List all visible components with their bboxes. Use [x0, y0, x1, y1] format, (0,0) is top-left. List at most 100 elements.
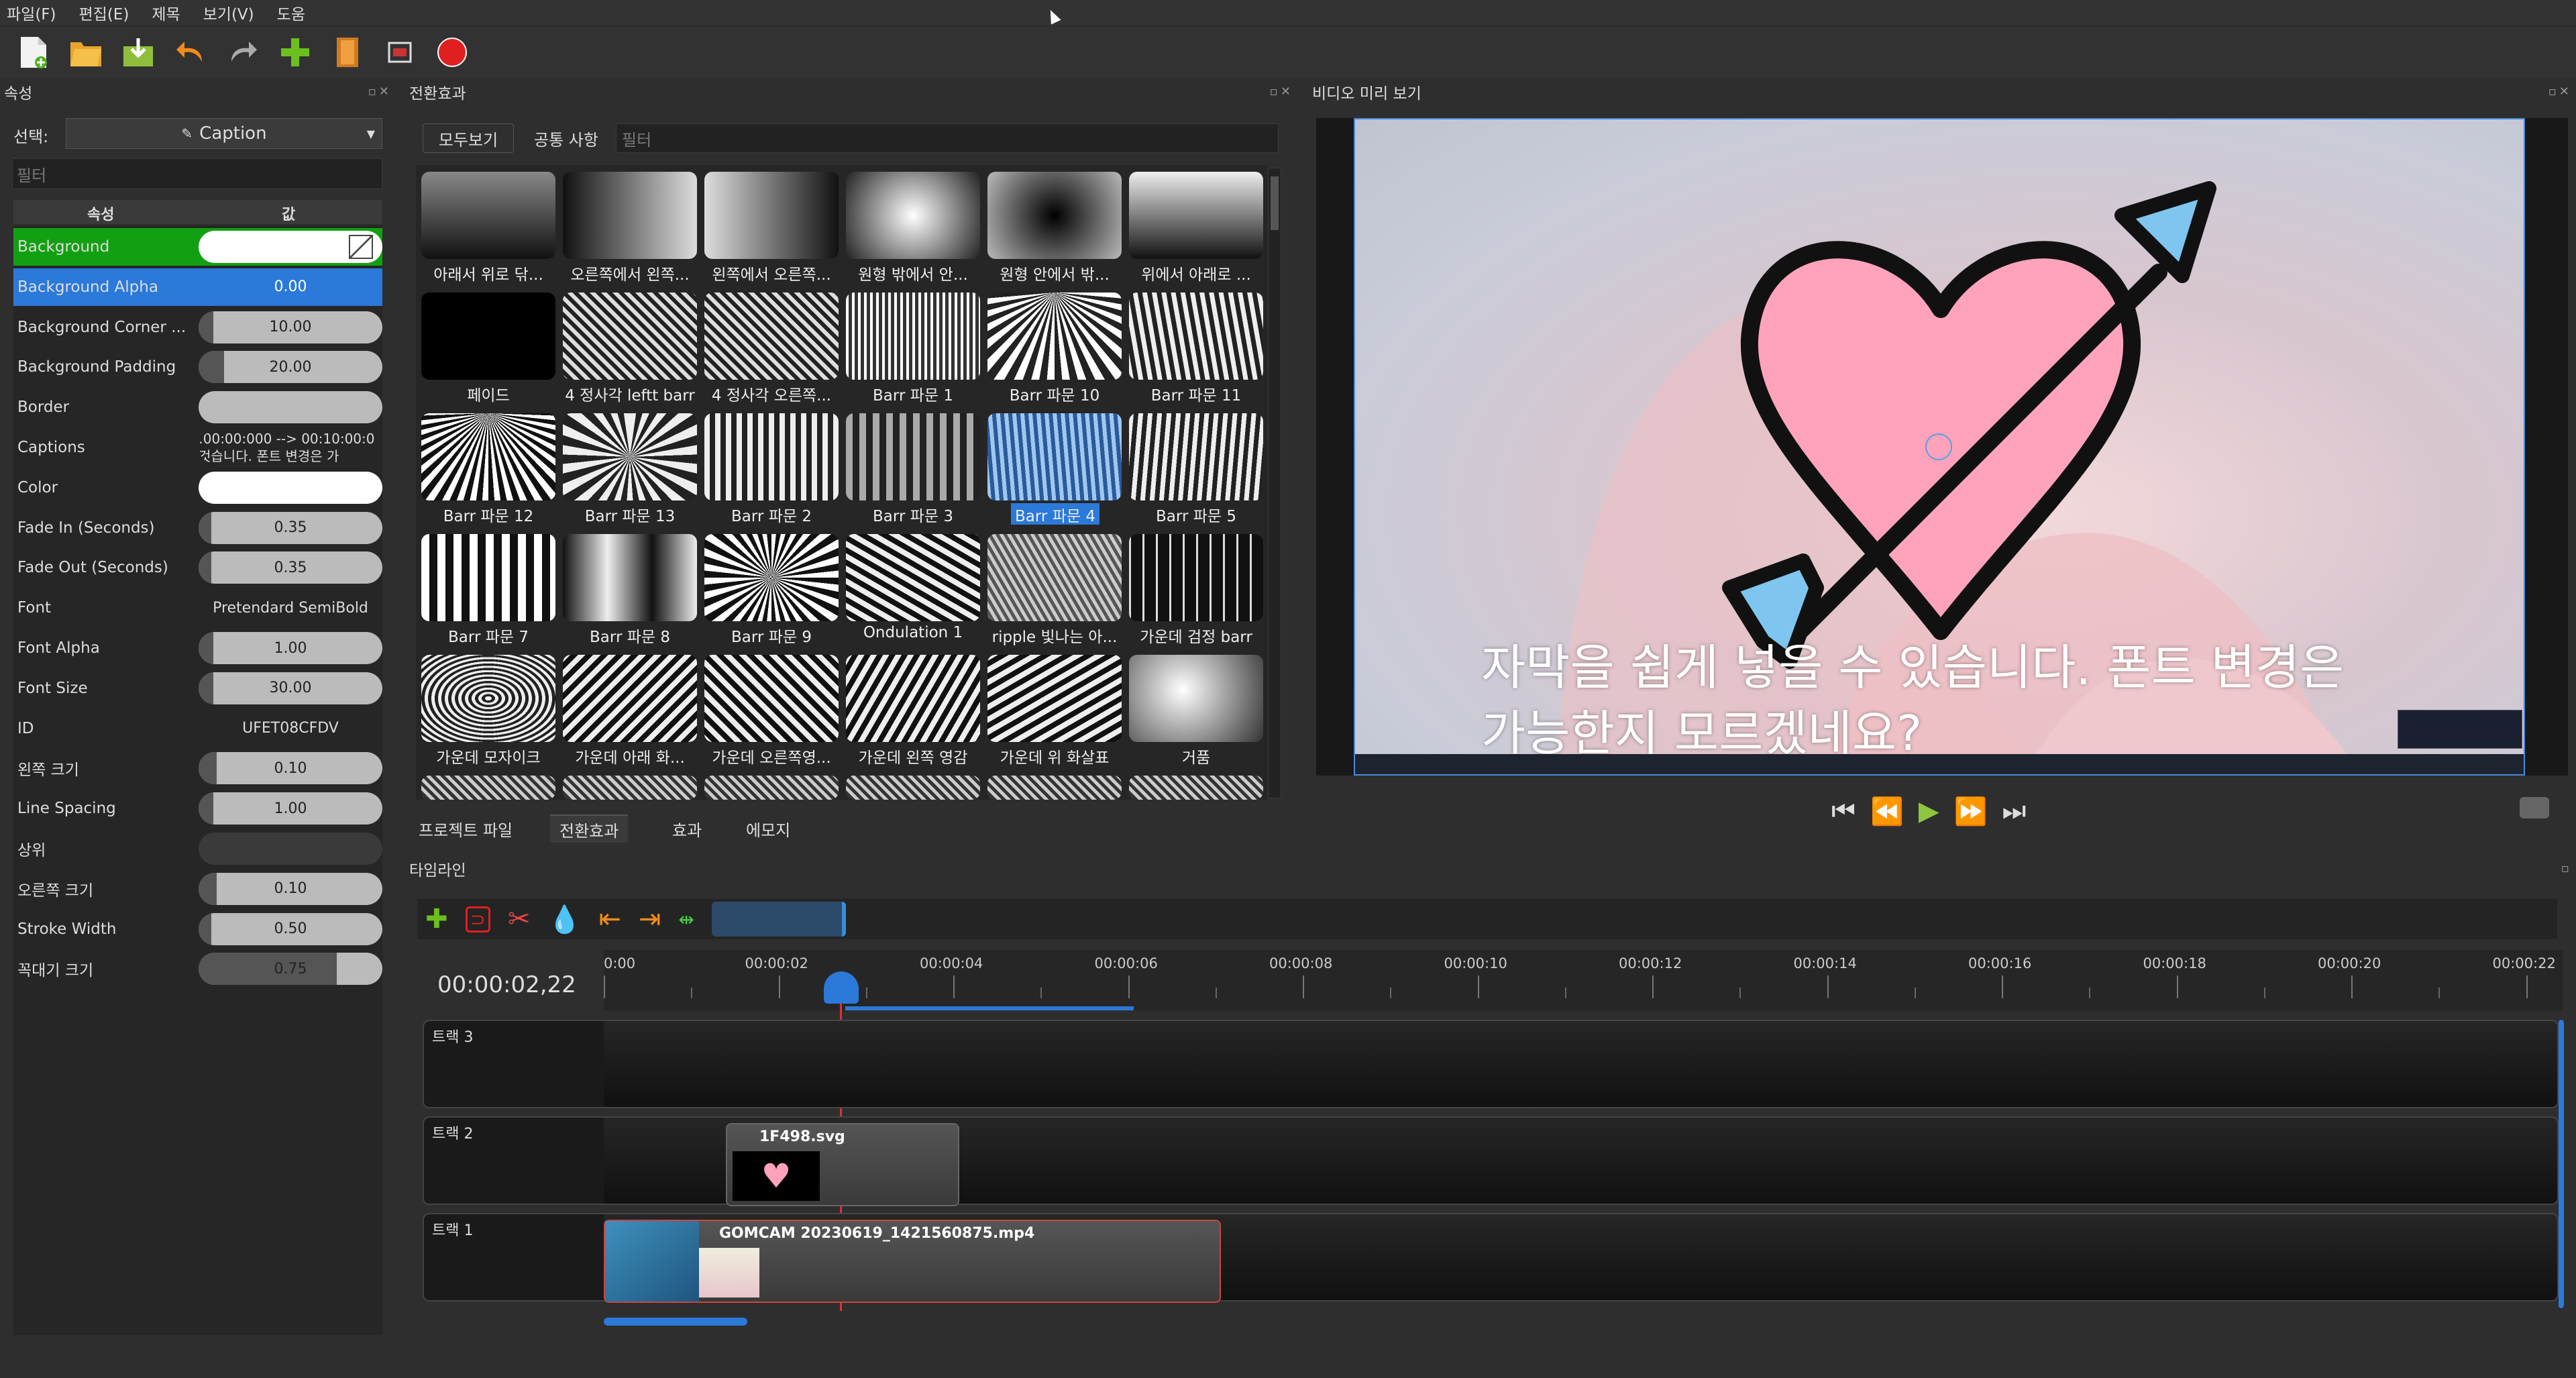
transition-label[interactable]: Barr 파문 7	[418, 624, 559, 645]
property-row[interactable]: Fade In (Seconds) 0.35	[13, 509, 382, 547]
transition-label[interactable]: Barr 파문 2	[701, 503, 842, 525]
property-value[interactable]: 1.00	[199, 792, 382, 825]
transition-thumbnail[interactable]	[704, 293, 839, 380]
transition-label[interactable]: 원형 밖에서 안...	[843, 262, 983, 283]
menu-title[interactable]: 제목	[152, 1, 180, 24]
transitions-scrollbar[interactable]	[1268, 168, 1281, 798]
property-row[interactable]: ID UFET08CFDV	[13, 710, 382, 747]
dock-buttons[interactable]: ▫✕	[368, 85, 392, 99]
clip-video[interactable]: GOMCAM 20230619_1421560875.mp4	[604, 1220, 1221, 1303]
transition-label[interactable]: 4 정사각 leftt barr	[559, 382, 700, 404]
transition-label[interactable]: 가운데 검정 barr	[1126, 624, 1267, 645]
transition-thumbnail[interactable]	[987, 172, 1122, 259]
transition-label[interactable]: Barr 파문 3	[843, 503, 983, 525]
transition-thumbnail[interactable]	[1129, 655, 1263, 742]
menu-edit[interactable]: 편집(E)	[79, 1, 129, 24]
transition-thumbnail[interactable]	[846, 655, 980, 742]
transition-label[interactable]: 가운데 오른쪽영...	[701, 745, 842, 766]
transition-overlay[interactable]	[605, 1221, 699, 1302]
transition-thumbnail[interactable]	[421, 534, 555, 621]
property-row[interactable]: Font Size 30.00	[13, 670, 382, 707]
property-row[interactable]: 오른쪽 크기 0.10	[13, 870, 382, 908]
next-marker-icon[interactable]: ⇥	[639, 904, 661, 935]
property-value[interactable]: 20.00	[199, 351, 382, 384]
transition-thumbnail[interactable]	[421, 293, 555, 380]
property-value[interactable]: :00:00:000 --> 00:10:00:0 것습니다. 폰트 변경은 가	[199, 431, 382, 464]
property-value[interactable]	[199, 833, 382, 865]
transition-thumbnail[interactable]	[704, 413, 839, 500]
snapshot-camera-icon[interactable]	[2520, 797, 2549, 818]
transition-thumbnail[interactable]	[704, 534, 839, 621]
import-files-icon[interactable]	[330, 35, 365, 70]
open-project-icon[interactable]	[68, 35, 103, 70]
snap-magnet-icon[interactable]: ⊃	[465, 906, 490, 933]
play-icon[interactable]: ▶	[1919, 796, 1939, 827]
transition-thumbnail[interactable]	[1129, 172, 1263, 259]
transition-thumbnail[interactable]	[563, 655, 697, 742]
transition-thumbnail[interactable]	[1129, 534, 1263, 621]
transition-thumbnail[interactable]	[846, 293, 980, 380]
transition-label[interactable]: ripple 빛나는 아...	[984, 624, 1125, 645]
transition-thumbnail[interactable]	[846, 172, 980, 259]
record-icon[interactable]	[435, 35, 470, 70]
property-row[interactable]: Border	[13, 388, 382, 426]
property-row[interactable]: Line Spacing 1.00	[13, 790, 382, 827]
property-row[interactable]: Background Padding 20.00	[13, 348, 382, 386]
property-row[interactable]: Stroke Width 0.50	[13, 910, 382, 948]
dock-buttons[interactable]: ▫	[2561, 861, 2572, 876]
previous-marker-icon[interactable]: ⇤	[598, 904, 621, 935]
property-row[interactable]: Background Alpha 0.00	[13, 268, 382, 306]
add-marker-icon[interactable]: 💧	[548, 904, 582, 935]
transition-thumbnail[interactable]	[987, 655, 1122, 742]
transition-thumbnail[interactable]	[421, 655, 555, 742]
property-value[interactable]: 1.00	[199, 632, 382, 664]
property-row[interactable]: Font Alpha 1.00	[13, 629, 382, 667]
transition-thumbnail[interactable]	[563, 293, 697, 380]
property-value[interactable]: 0.75	[199, 953, 382, 986]
transition-thumbnail[interactable]	[563, 413, 697, 500]
track-3[interactable]: 트랙 3	[423, 1020, 2559, 1108]
transition-label[interactable]: Barr 파문 12	[418, 503, 559, 525]
transition-label[interactable]: Barr 파문 10	[984, 382, 1125, 404]
property-value[interactable]: 0.35	[199, 551, 382, 584]
property-value[interactable]: 0.35	[199, 511, 382, 544]
center-playhead-icon[interactable]: ⇹	[678, 908, 694, 931]
transition-thumbnail[interactable]	[846, 413, 980, 500]
transition-label[interactable]: Barr 파문 11	[1126, 382, 1267, 404]
transition-label[interactable]: Barr 파문 5	[1126, 503, 1267, 525]
transition-thumbnail[interactable]	[563, 776, 697, 800]
zoom-slider[interactable]	[711, 902, 846, 937]
razor-scissors-icon[interactable]: ✂	[508, 904, 531, 935]
property-row[interactable]: 상위	[13, 830, 382, 867]
playhead-marker[interactable]	[824, 971, 859, 1004]
transition-label[interactable]: Barr 파문 8	[559, 624, 700, 645]
fullscreen-icon[interactable]	[382, 35, 417, 70]
transition-thumbnail[interactable]	[421, 776, 555, 800]
menu-file[interactable]: 파일(F)	[7, 1, 56, 24]
transition-thumbnail[interactable]	[704, 776, 839, 800]
property-value[interactable]	[199, 471, 382, 504]
transition-thumbnail[interactable]	[846, 776, 980, 800]
transition-thumbnail[interactable]	[1129, 413, 1263, 500]
transition-thumbnail[interactable]	[1129, 293, 1263, 380]
timeline-hscrollbar[interactable]	[604, 1318, 2557, 1326]
transition-thumbnail[interactable]	[704, 172, 839, 259]
property-row[interactable]: Captions:00:00:000 --> 00:10:00:0 것습니다. …	[13, 429, 382, 466]
transition-label[interactable]: 거품	[1126, 745, 1267, 766]
transition-thumbnail[interactable]	[563, 534, 697, 621]
redo-icon[interactable]	[225, 35, 260, 70]
transition-label[interactable]: 가운데 위 화살표	[984, 745, 1125, 766]
property-row[interactable]: Fade Out (Seconds) 0.35	[13, 549, 382, 586]
transition-label[interactable]: 페이드	[418, 382, 559, 404]
transition-label[interactable]: 가운데 모자이크	[418, 745, 559, 766]
rewind-icon[interactable]: ⏪	[1870, 796, 1904, 827]
property-value[interactable]: 0.10	[199, 752, 382, 785]
transition-thumbnail[interactable]	[987, 534, 1122, 621]
transition-thumbnail[interactable]	[704, 655, 839, 742]
save-project-icon[interactable]	[121, 35, 156, 70]
jump-end-icon[interactable]: ⏭	[2002, 796, 2026, 827]
clip-svg[interactable]: 1F498.svg ♥	[726, 1123, 959, 1206]
property-row[interactable]: 꼭대기 크기 0.75	[13, 950, 382, 988]
video-preview[interactable]: 자막을 쉽게 넣을 수 있습니다. 폰트 변경은 가능한지 모르겠네요?	[1316, 118, 2568, 776]
timeline-vscrollbar[interactable]	[2559, 1020, 2564, 1308]
